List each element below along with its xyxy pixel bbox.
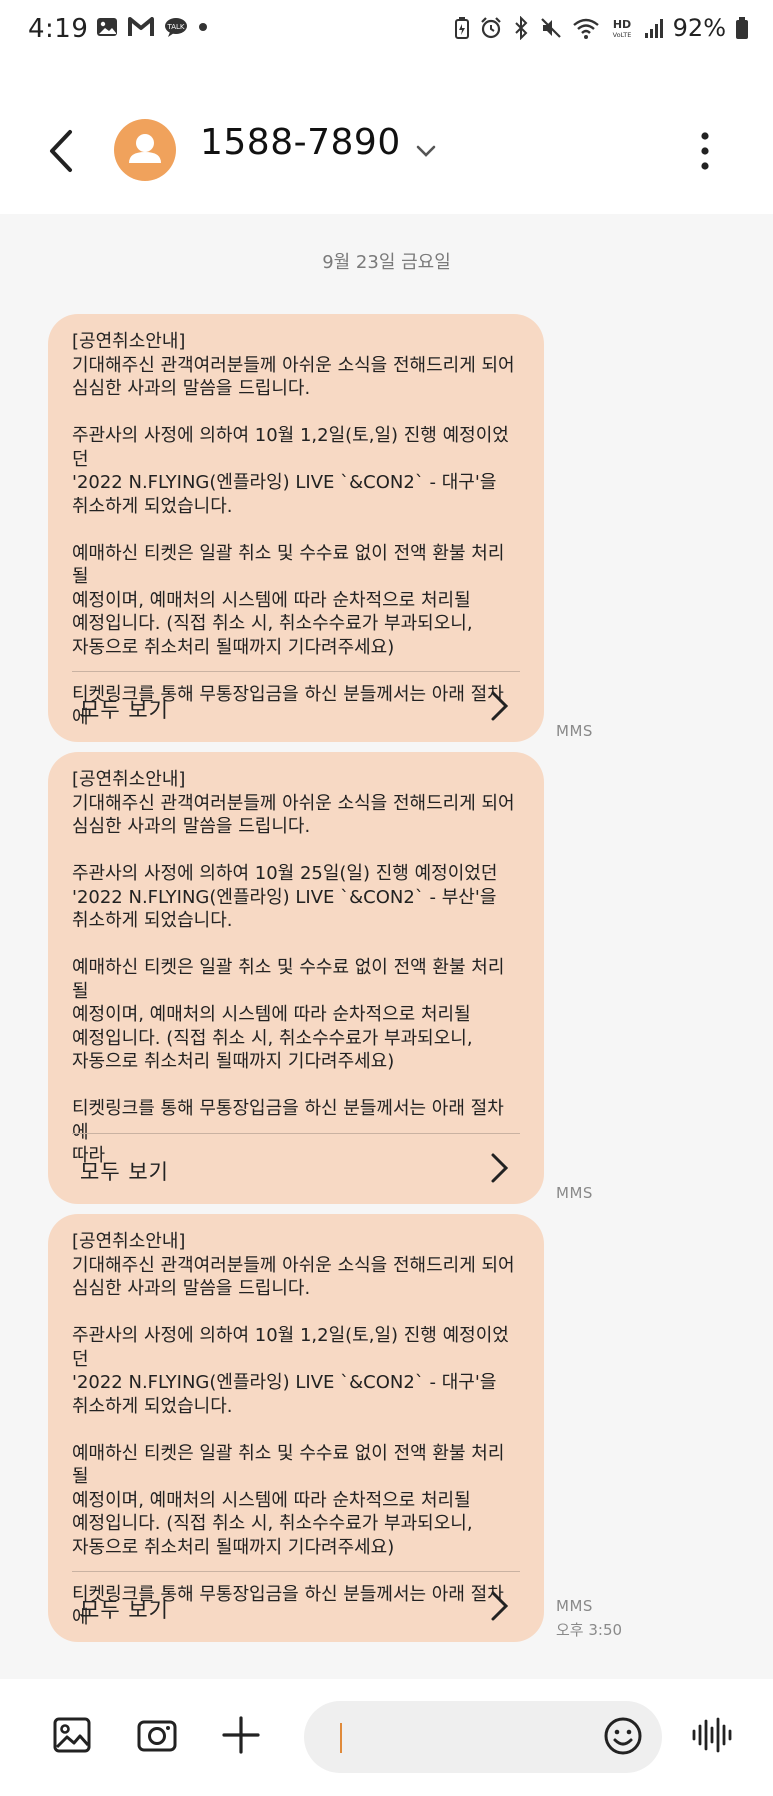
svg-text:HD: HD — [612, 18, 630, 31]
attach-button[interactable] — [219, 1713, 263, 1757]
battery-percentage: 92% — [672, 14, 726, 42]
dot-icon — [198, 22, 208, 32]
message-bubble[interactable]: [공연취소안내] 기대해주신 관객여러분들께 아쉬운 소식을 전해드리게 되어 … — [48, 1214, 544, 1642]
message-bubble[interactable]: [공연취소안내] 기대해주신 관객여러분들께 아쉬운 소식을 전해드리게 되어 … — [48, 314, 544, 742]
chevron-right-icon — [491, 691, 509, 721]
view-all-label: 모두 보기 — [80, 698, 169, 722]
camera-button[interactable] — [135, 1713, 179, 1757]
chevron-down-icon[interactable] — [415, 140, 437, 162]
notification-icons: TALK — [96, 17, 208, 37]
text-cursor — [340, 1723, 342, 1753]
message-bubble[interactable]: [공연취소안내] 기대해주신 관객여러분들께 아쉬운 소식을 전해드리게 되어 … — [48, 752, 544, 1204]
composer-bar — [0, 1679, 773, 1796]
svg-text:VoLTE: VoLTE — [612, 31, 631, 39]
message-type-label: MMS — [556, 1184, 593, 1202]
bluetooth-icon — [512, 16, 530, 40]
status-bar: 4:19 TALK HD VoLTE 92% — [0, 0, 773, 64]
voice-input-icon — [692, 1717, 732, 1753]
date-separator: 9월 23일 금요일 — [322, 252, 451, 273]
status-time: 4:19 — [28, 14, 89, 44]
message-list[interactable]: 9월 23일 금요일 [공연취소안내] 기대해주신 관객여러분들께 아쉬운 소식… — [0, 214, 773, 1679]
voice-input-button[interactable] — [690, 1713, 734, 1757]
conversation-header: 1588-7890 — [0, 64, 773, 214]
view-all-label: 모두 보기 — [80, 1160, 169, 1184]
signal-icon — [644, 17, 664, 39]
hd-voice-icon: HD VoLTE — [609, 16, 635, 40]
chevron-right-icon — [491, 1153, 509, 1183]
contact-avatar[interactable] — [114, 119, 176, 181]
gallery-notification-icon — [96, 17, 118, 37]
view-all-label: 모두 보기 — [80, 1598, 169, 1622]
gallery-button[interactable] — [50, 1713, 94, 1757]
more-vertical-icon — [701, 132, 709, 170]
view-all-button[interactable]: 모두 보기 — [48, 1134, 544, 1204]
battery-saver-icon — [454, 16, 470, 40]
contact-name[interactable]: 1588-7890 — [200, 122, 401, 163]
chevron-right-icon — [491, 1591, 509, 1621]
emoji-icon — [604, 1717, 642, 1755]
talk-icon: TALK — [164, 17, 188, 37]
svg-text:TALK: TALK — [166, 23, 184, 31]
gmail-icon — [128, 17, 154, 37]
message-time: 오후 3:50 — [556, 1621, 623, 1639]
battery-icon — [735, 16, 749, 40]
view-all-button[interactable]: 모두 보기 — [48, 1572, 544, 1642]
message-text: [공연취소안내] 기대해주신 관객여러분들께 아쉬운 소식을 전해드리게 되어 … — [72, 769, 515, 1166]
wifi-icon — [572, 16, 600, 40]
view-all-button[interactable]: 모두 보기 — [48, 672, 544, 742]
plus-icon — [222, 1716, 260, 1754]
message-type-label: MMS — [556, 1597, 593, 1615]
message-input[interactable] — [304, 1701, 662, 1773]
message-text: [공연취소안내] 기대해주신 관객여러분들께 아쉬운 소식을 전해드리게 되어 … — [72, 331, 515, 728]
message-text: [공연취소안내] 기대해주신 관객여러분들께 아쉬운 소식을 전해드리게 되어 … — [72, 1231, 515, 1628]
camera-icon — [137, 1720, 177, 1752]
system-icons: HD VoLTE 92% — [454, 14, 749, 42]
back-button[interactable] — [44, 126, 84, 176]
person-icon — [129, 134, 161, 163]
alarm-icon — [479, 16, 503, 40]
message-type-label: MMS — [556, 722, 593, 740]
back-arrow-icon — [50, 130, 72, 172]
gallery-icon — [53, 1717, 91, 1753]
emoji-button[interactable] — [602, 1715, 644, 1757]
more-options-button[interactable] — [690, 126, 720, 176]
mute-icon — [539, 16, 563, 40]
